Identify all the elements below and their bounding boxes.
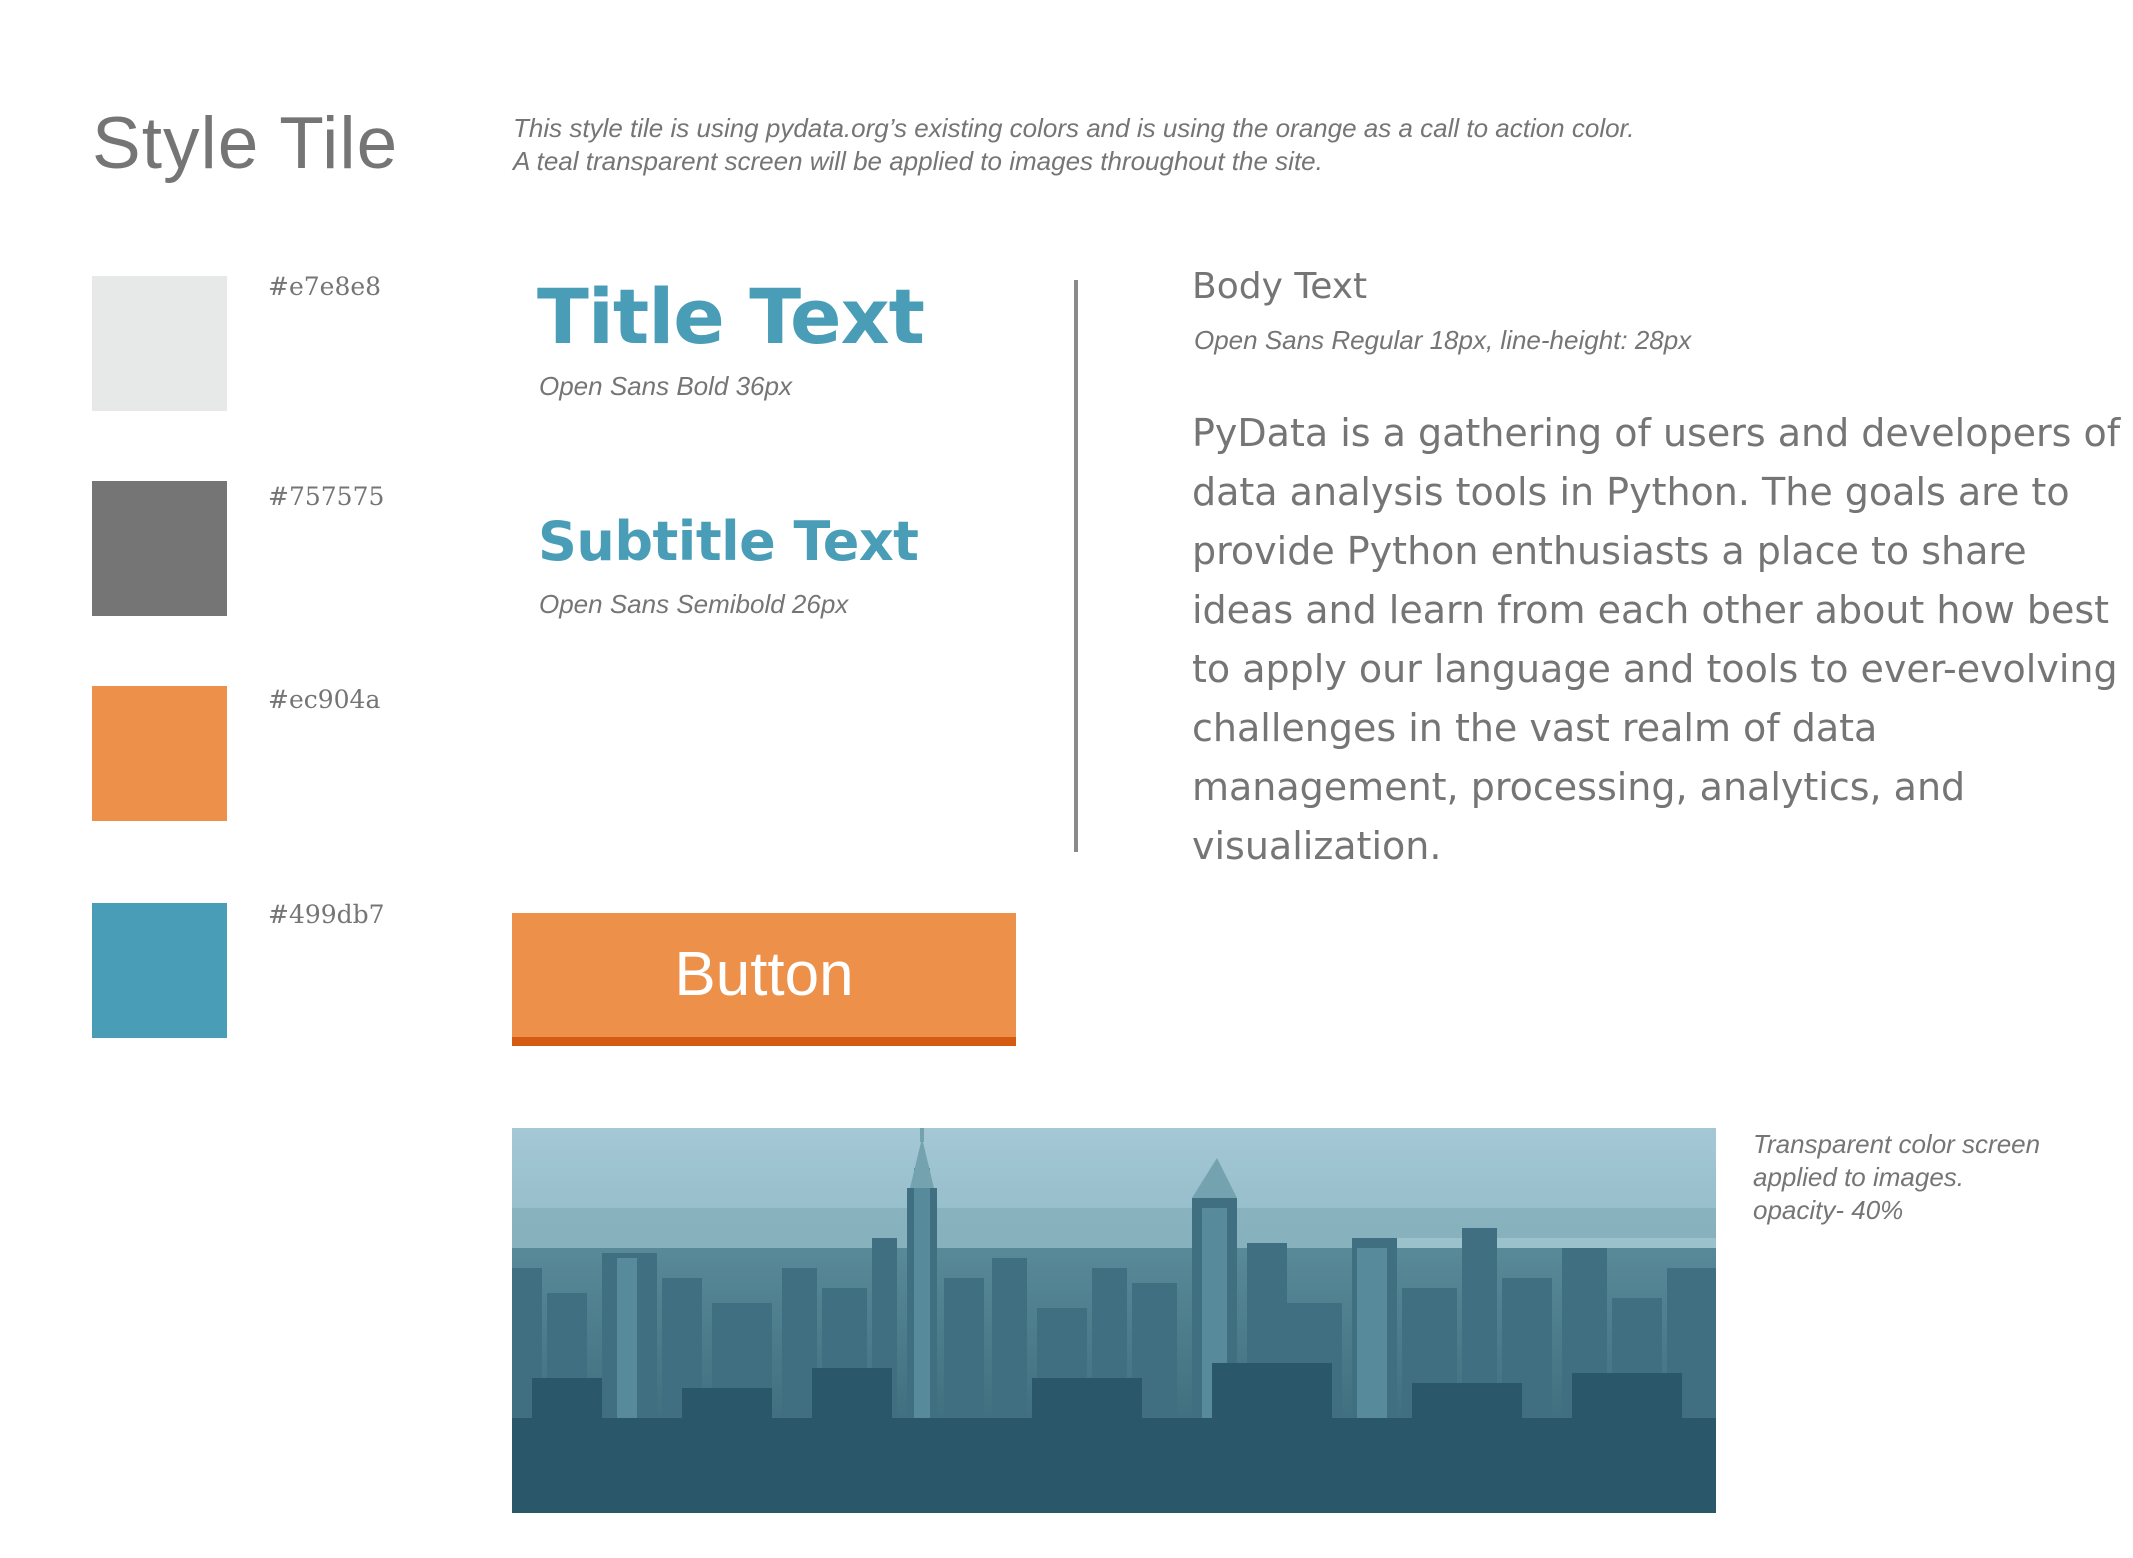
subtitle-text-sample: Subtitle Text <box>538 510 919 573</box>
caption-line-1: Transparent color screen <box>1753 1129 2041 1159</box>
swatch-light-gray <box>92 276 227 411</box>
city-skyline-image <box>512 1128 1716 1513</box>
swatch-label-orange: #ec904a <box>268 685 381 714</box>
intro-line-1: This style tile is using pydata.org’s ex… <box>513 113 1635 143</box>
body-paragraph: PyData is a gathering of users and devel… <box>1192 411 2121 868</box>
title-text-sample: Title Text <box>537 272 925 361</box>
caption-line-3: opacity- 40% <box>1753 1195 1904 1225</box>
swatch-label-gray: #757575 <box>268 482 385 511</box>
body-font-spec: Open Sans Regular 18px, line-height: 28p… <box>1194 325 1692 355</box>
cta-button[interactable]: Button <box>512 913 1016 1046</box>
skyline-illustration <box>512 1128 1716 1513</box>
intro-text: This style tile is using pydata.org’s ex… <box>513 112 1813 178</box>
intro-line-2: A teal transparent screen will be applie… <box>513 146 1323 176</box>
subtitle-font-spec: Open Sans Semibold 26px <box>539 589 849 619</box>
swatch-gray <box>92 481 227 616</box>
swatch-label-teal: #499db7 <box>268 900 385 929</box>
body-text-heading: Body Text <box>1192 266 1368 307</box>
image-caption: Transparent color screen applied to imag… <box>1753 1128 2040 1227</box>
title-font-spec: Open Sans Bold 36px <box>539 371 792 401</box>
swatch-label-light-gray: #e7e8e8 <box>268 272 382 301</box>
swatch-orange <box>92 686 227 821</box>
page-title: Style Tile <box>92 103 399 184</box>
swatch-teal <box>92 903 227 1038</box>
caption-line-2: applied to images. <box>1753 1162 1965 1192</box>
vertical-divider <box>1074 280 1078 852</box>
